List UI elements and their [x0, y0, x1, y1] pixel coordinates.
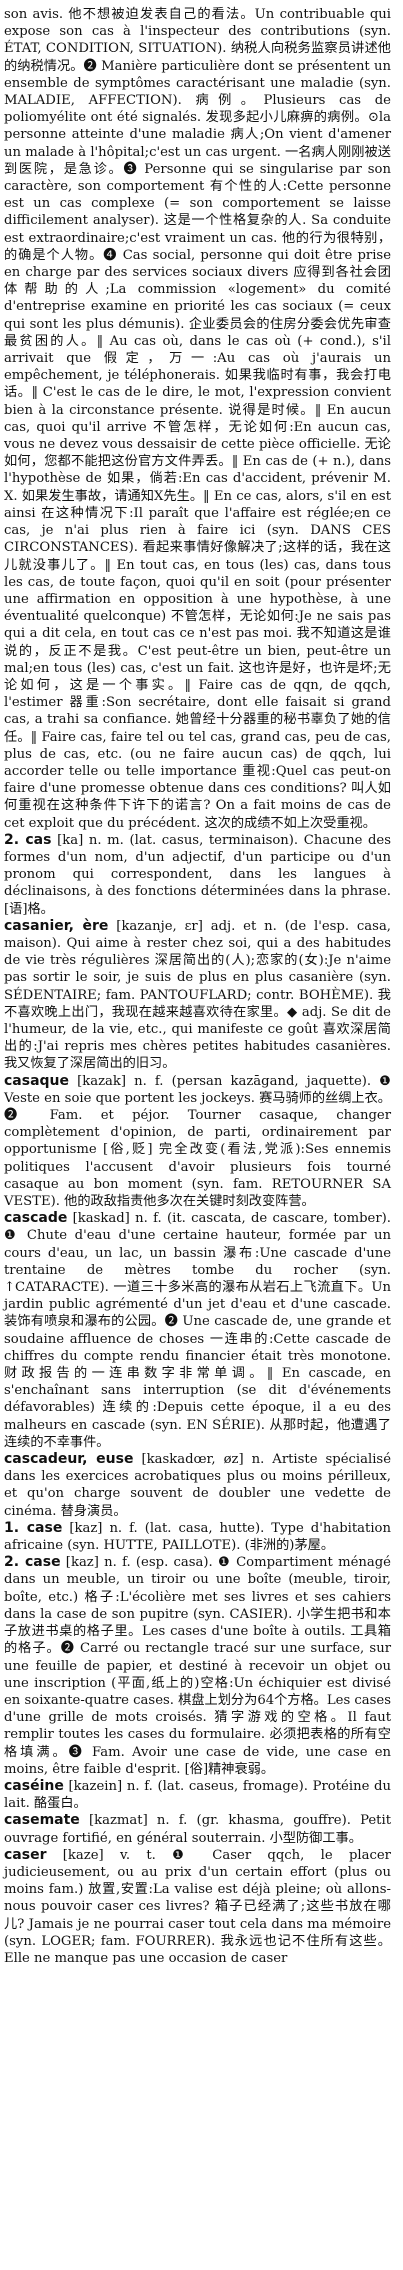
segment-text: casanier, ère [kazanje, ɛr] adj. et n. (…: [4, 917, 391, 1072]
entry-cas-2: 2. cas [ka] n. m. (lat. casus, terminais…: [4, 832, 391, 918]
entry-case-1: 1. case [kaz] n. f. (lat. casa, hutte). …: [4, 1520, 391, 1554]
segment-text: cascade [kaskad] n. f. (it. cascata, de …: [4, 1210, 391, 1450]
entry-body: [ka] n. m. (lat. casus, terminaison). Ch…: [4, 832, 392, 917]
segment-text: caséine [kazein] n. f. (lat. caseus, fro…: [4, 1777, 391, 1811]
entry-headword: caséine: [4, 1777, 64, 1794]
entry-body: [kazanje, ɛr] adj. et n. (de l'esp. casa…: [4, 918, 391, 1072]
entry-headword: casaque: [4, 1072, 70, 1089]
cas-continuation: son avis. 他不想被迫发表自己的看法。Un contribuable q…: [4, 6, 391, 832]
entry-headword: cascade: [4, 1210, 68, 1227]
entry-headword: 2. case: [4, 1554, 61, 1571]
entry-body: [kaze] v. t. ❶ Caser qqch, le placer jud…: [4, 1847, 391, 1966]
entry-caser: caser [kaze] v. t. ❶ Caser qqch, le plac…: [4, 1847, 391, 1967]
cas-continuation-text: son avis. 他不想被迫发表自己的看法。Un contribuable q…: [4, 7, 391, 831]
segment-text: casemate [kazmat] n. f. (gr. khasma, gou…: [4, 1812, 391, 1845]
entry-headword: 2. cas: [4, 831, 52, 848]
segment-text: 2. case [kaz] n. f. (esp. casa). ❶ Compa…: [4, 1554, 391, 1777]
entry-body: [kaskad] n. f. (it. cascata, de cascare,…: [4, 1211, 391, 1450]
entry-body: [kaz] n. f. (lat. casa, hutte). Type d'h…: [4, 1520, 391, 1554]
segment-text: cascadeur, euse [kaskadœr, øz] n. Artist…: [4, 1451, 391, 1519]
segment-text: 1. case [kaz] n. f. (lat. casa, hutte). …: [4, 1519, 391, 1554]
entry-headword: casanier, ère: [4, 917, 109, 934]
entry-caseine: caséine [kazein] n. f. (lat. caseus, fro…: [4, 1778, 391, 1812]
segment-text: 2. cas [ka] n. m. (lat. casus, terminais…: [4, 831, 392, 917]
entry-casanier: casanier, ère [kazanje, ɛr] adj. et n. (…: [4, 918, 391, 1073]
entry-headword: casemate: [4, 1812, 80, 1829]
dictionary-page: son avis. 他不想被迫发表自己的看法。Un contribuable q…: [0, 0, 395, 2270]
entry-casaque: casaque [kazak] n. f. (persan kazāgand, …: [4, 1073, 391, 1211]
entry-case-2: 2. case [kaz] n. f. (esp. casa). ❶ Compa…: [4, 1554, 391, 1778]
entry-headword: caser: [4, 1846, 47, 1863]
segment-text: caser [kaze] v. t. ❶ Caser qqch, le plac…: [4, 1846, 391, 1966]
entry-body: [kaz] n. f. (esp. casa). ❶ Compartiment …: [4, 1555, 391, 1777]
entry-body: [kazak] n. f. (persan kazāgand, jaquette…: [4, 1073, 391, 1210]
entry-cascadeur: cascadeur, euse [kaskadœr, øz] n. Artist…: [4, 1451, 391, 1520]
entry-headword: cascadeur, euse: [4, 1451, 134, 1468]
segment-text: casaque [kazak] n. f. (persan kazāgand, …: [4, 1072, 391, 1210]
entry-cascade: cascade [kaskad] n. f. (it. cascata, de …: [4, 1210, 391, 1451]
entry-casemate: casemate [kazmat] n. f. (gr. khasma, gou…: [4, 1812, 391, 1846]
entry-headword: 1. case: [4, 1519, 63, 1536]
